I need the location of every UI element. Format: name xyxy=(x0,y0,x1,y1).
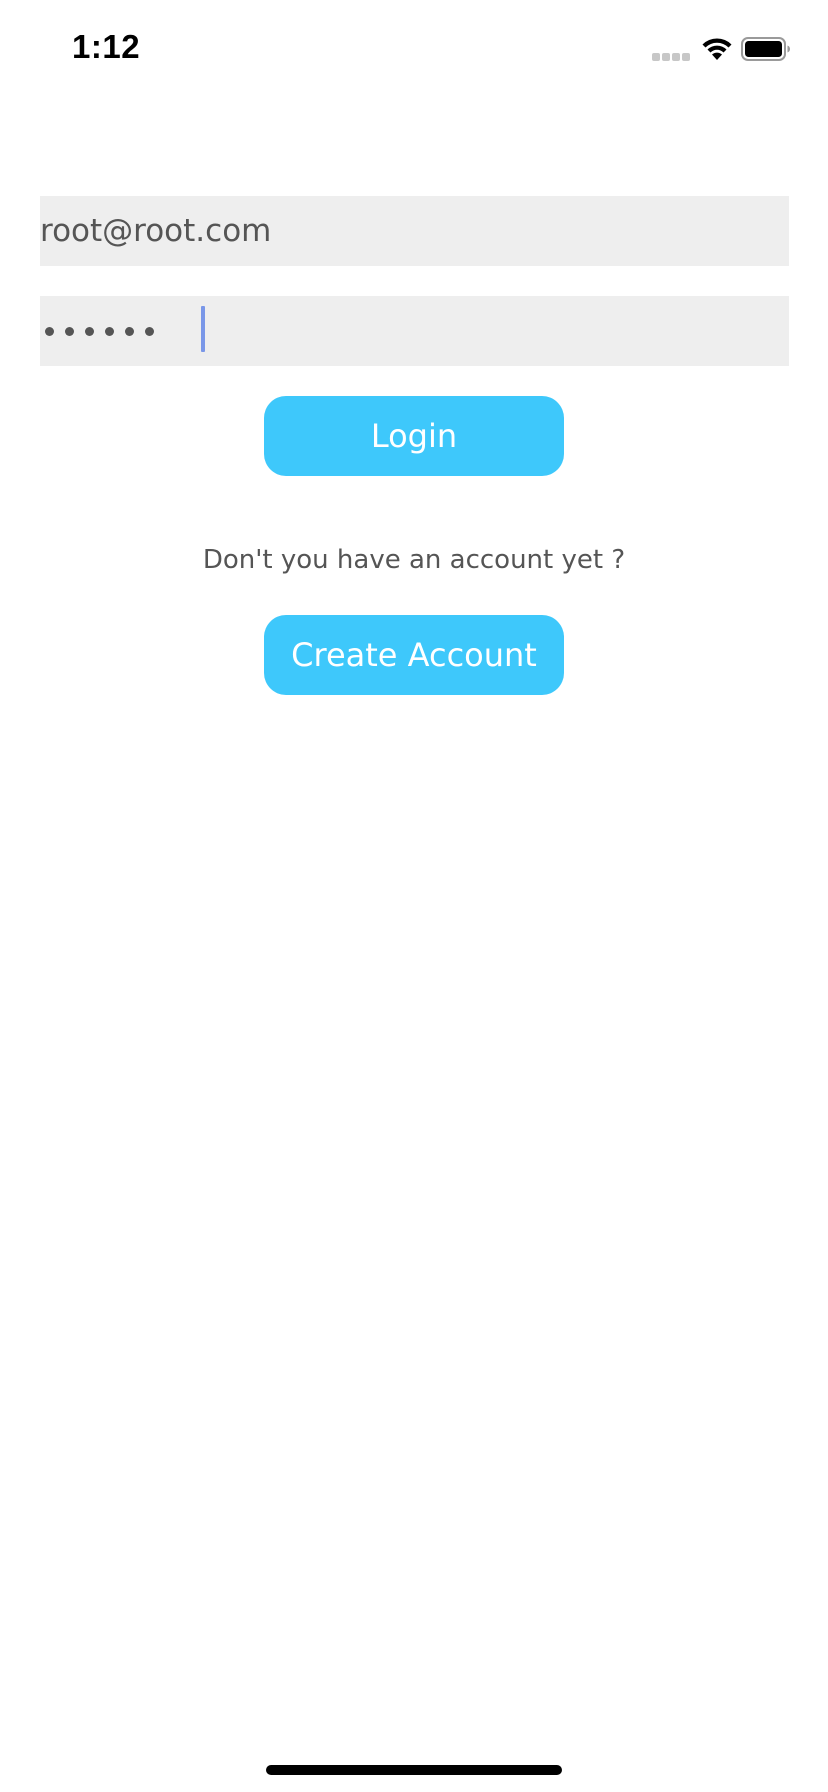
password-mask xyxy=(45,296,154,366)
password-field[interactable] xyxy=(40,296,789,366)
wifi-icon xyxy=(702,38,732,60)
status-bar: 1:12 xyxy=(0,0,828,100)
create-account-button[interactable]: Create Account xyxy=(264,615,564,695)
email-field-value: root@root.com xyxy=(40,213,272,249)
status-time: 1:12 xyxy=(72,28,141,65)
password-dot xyxy=(45,326,54,336)
email-field[interactable]: root@root.com xyxy=(40,196,789,266)
password-dot xyxy=(125,326,134,336)
battery-icon xyxy=(741,37,790,61)
password-dot xyxy=(105,326,114,336)
signup-prompt-text: Don't you have an account yet ? xyxy=(202,545,626,575)
home-indicator[interactable] xyxy=(266,1765,562,1775)
cellular-signal-icon xyxy=(652,53,692,62)
text-cursor xyxy=(201,306,205,352)
password-dot xyxy=(65,326,74,336)
password-dot xyxy=(145,326,154,336)
login-button[interactable]: Login xyxy=(264,396,564,476)
password-dot xyxy=(85,326,94,336)
